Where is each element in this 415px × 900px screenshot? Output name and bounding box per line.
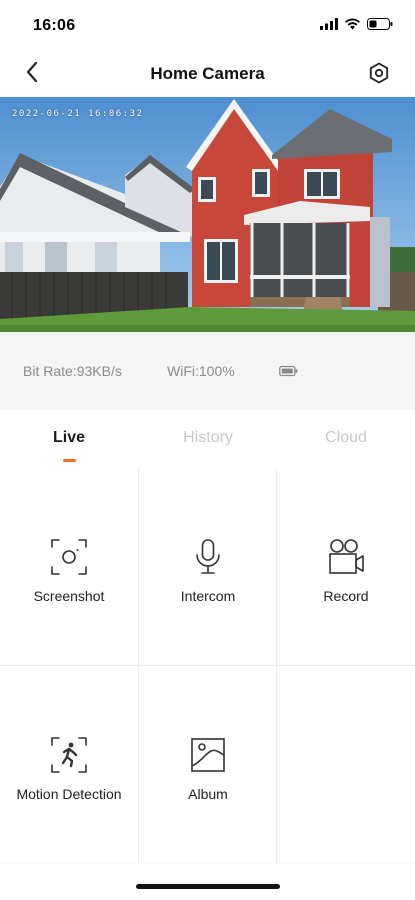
grid-divider [0, 665, 415, 666]
bit-rate-text: Bit Rate:93KB/s [23, 363, 122, 379]
tab-bar: Live History Cloud [0, 410, 415, 468]
album-button[interactable]: Album [139, 666, 277, 863]
action-grid: Screenshot Intercom Record Motion Detect… [0, 468, 415, 864]
page-title: Home Camera [150, 64, 265, 83]
bottom-safe-area [0, 864, 415, 900]
status-bar: 16:06 [0, 0, 415, 52]
screenshot-button[interactable]: Screenshot [0, 468, 138, 665]
video-timestamp: 2022-06-21 16:06:32 [12, 109, 144, 119]
record-label: Record [323, 588, 369, 604]
battery-icon [279, 364, 299, 380]
active-tab-indicator [63, 459, 76, 462]
album-label: Album [188, 786, 228, 802]
tab-live[interactable]: Live [0, 429, 138, 447]
live-video[interactable]: 2022-06-21 16:06:32 [0, 97, 415, 332]
intercom-button[interactable]: Intercom [139, 468, 277, 665]
signal-icon [320, 17, 338, 35]
screenshot-icon [50, 538, 88, 576]
grid-divider [276, 468, 277, 864]
tab-cloud[interactable]: Cloud [277, 429, 415, 447]
motion-detection-icon [50, 736, 88, 774]
stream-info-bar: Bit Rate:93KB/s WiFi:100% [0, 332, 415, 410]
settings-button[interactable] [367, 61, 393, 87]
settings-icon [367, 62, 391, 89]
record-button[interactable]: Record [277, 468, 415, 665]
home-indicator[interactable] [136, 884, 280, 889]
wifi-icon [344, 17, 361, 35]
battery-icon [367, 17, 393, 35]
wifi-strength-text: WiFi:100% [167, 363, 235, 379]
intercom-label: Intercom [180, 588, 236, 604]
camera-feed-image [0, 97, 415, 332]
nav-bar: Home Camera [0, 52, 415, 97]
album-icon [189, 736, 227, 774]
microphone-icon [189, 538, 227, 576]
status-icons [320, 17, 393, 35]
video-camera-icon [327, 538, 365, 576]
motion-detection-label: Motion Detection [16, 786, 122, 802]
status-time: 16:06 [33, 17, 76, 34]
empty-cell [277, 666, 415, 863]
grid-divider [138, 468, 139, 864]
motion-detection-button[interactable]: Motion Detection [0, 666, 138, 863]
screenshot-label: Screenshot [33, 588, 105, 604]
tab-history[interactable]: History [139, 429, 277, 447]
